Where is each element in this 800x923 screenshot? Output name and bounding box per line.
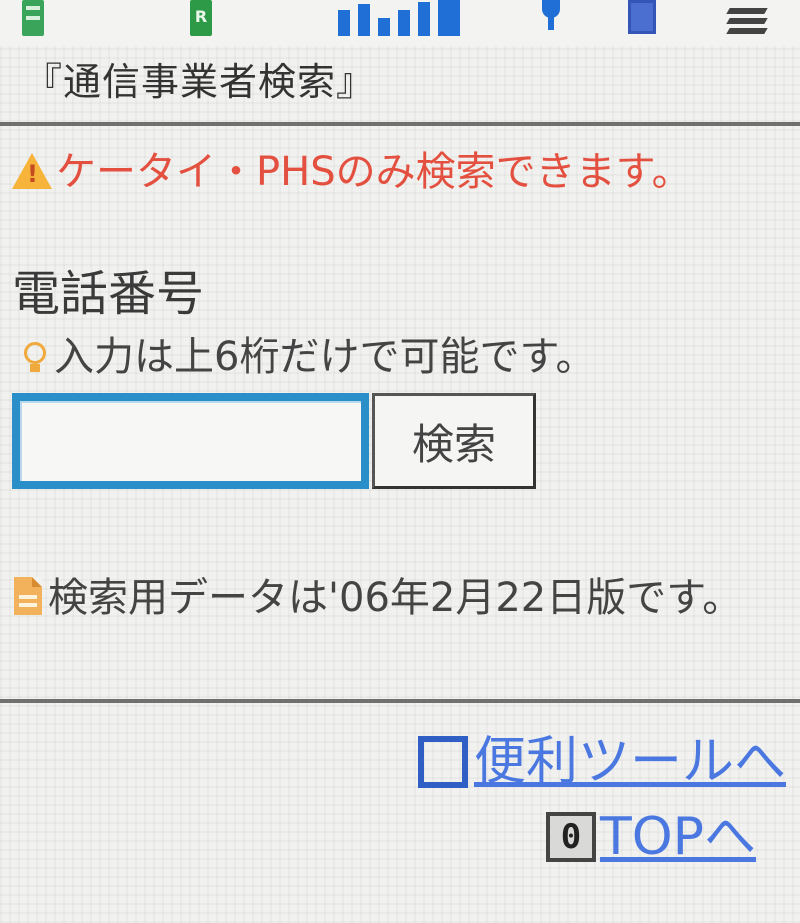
cursor-icon [536,0,566,36]
footer-divider [0,699,800,703]
page-title: 『通信事業者検索』 [24,60,376,104]
key-zero-icon: 0 [545,812,596,862]
mail-icon [22,0,44,36]
top-link-label: TOPへ [599,807,756,867]
bulb-icon [14,334,54,378]
app-icon: R [190,0,212,36]
tools-link[interactable]: 便利ツールへ [417,730,786,794]
sync-stroke [726,18,768,24]
sync-stroke [726,8,768,14]
sync-icon [722,4,772,38]
signal-bar [398,10,410,36]
input-hint-text: 入力は上6桁だけで可能です。 [54,334,596,380]
signal-bar [418,2,430,36]
key-square-icon [417,736,468,788]
sync-stroke [726,28,768,34]
warning-text: ケータイ・PHSのみ検索できます。 [56,149,692,195]
signal-bar [438,0,460,36]
input-hint: 入力は上6桁だけで可能です。 [14,332,595,382]
signal-bar [358,4,370,36]
document-icon [14,577,42,615]
search-button[interactable]: 検索 [372,393,536,489]
battery-icon [628,0,656,34]
mobile-screen: R 『通信事業者検索』 ケータイ・PHSのみ検索できます。 電話番号 入力は上6… [0,0,800,923]
phone-number-input[interactable] [12,393,369,489]
data-version-info: 検索用データは'06年2月22日版です。 [14,568,794,628]
data-version-text: 検索用データは'06年2月22日版です。 [48,575,743,621]
tools-link-label: 便利ツールへ [473,732,786,792]
warning-icon [12,153,52,189]
status-bar: R [0,0,800,46]
warning-message: ケータイ・PHSのみ検索できます。 [12,145,787,199]
signal-bar [338,10,350,36]
header-divider [0,122,800,126]
signal-bar [378,18,390,36]
signal-strength-icon [338,0,468,40]
phone-number-label: 電話番号 [12,266,205,322]
top-link[interactable]: 0 TOPへ [545,805,756,869]
